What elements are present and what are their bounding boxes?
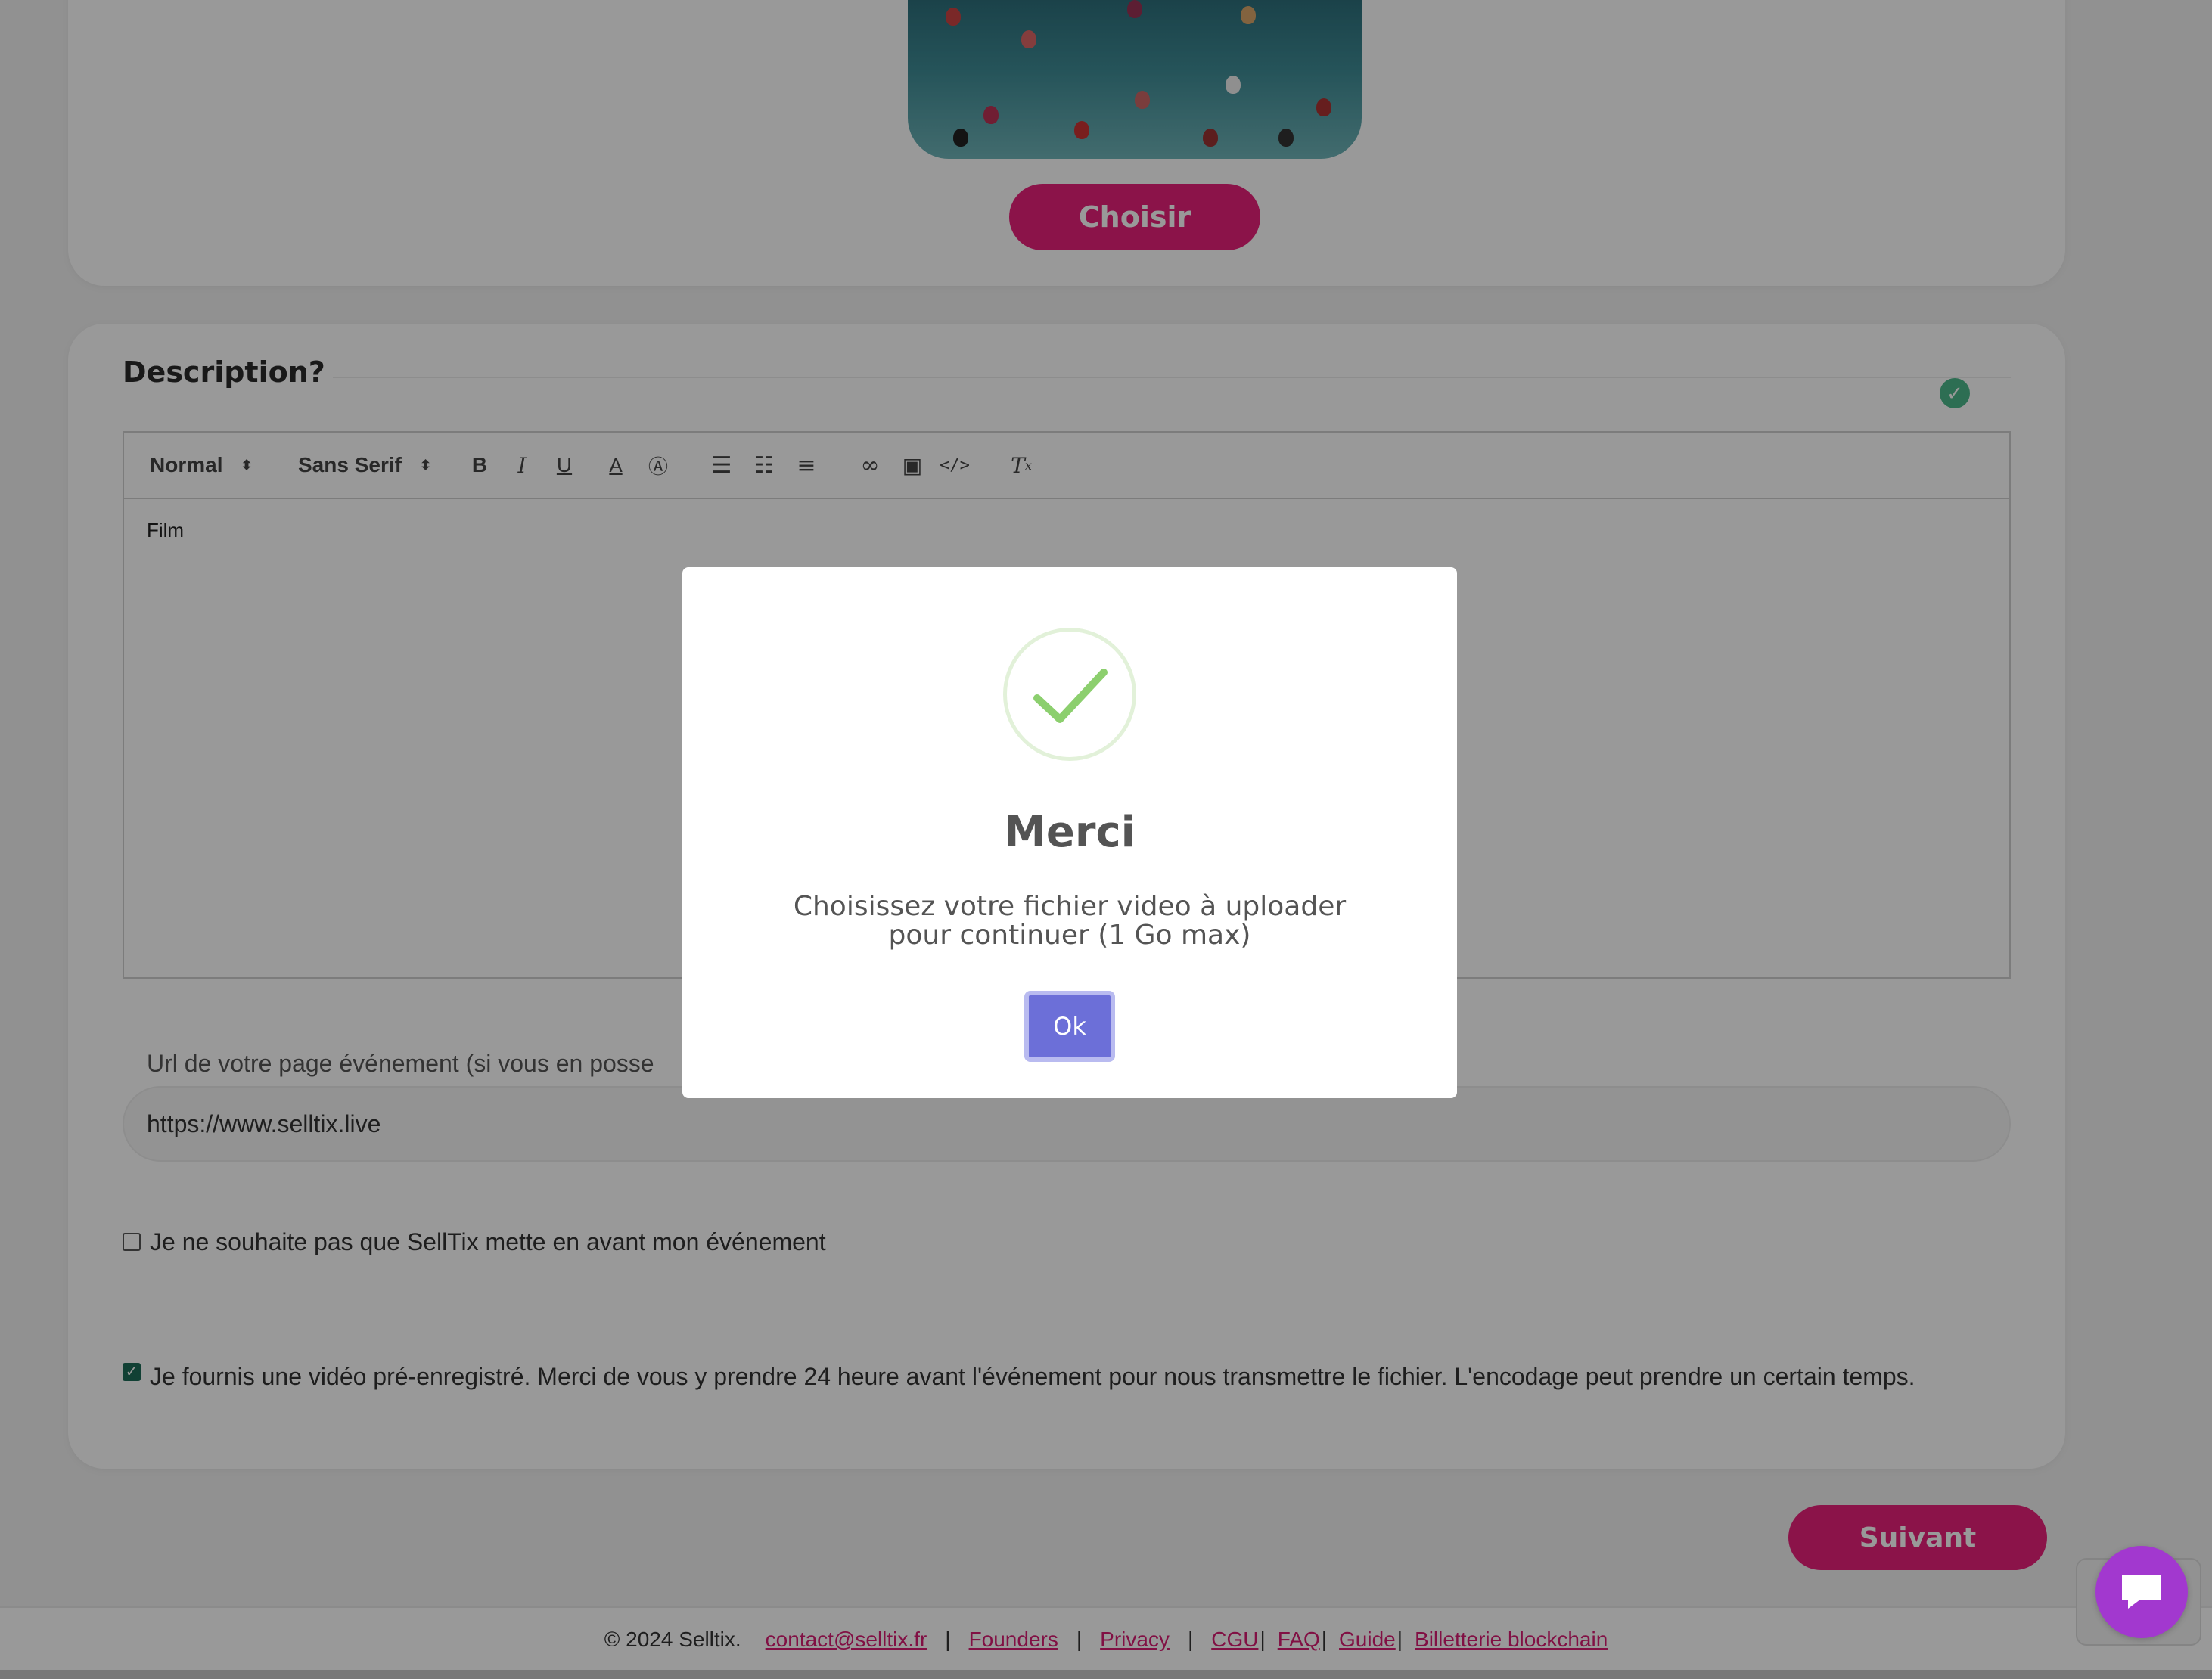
chat-button[interactable] [2095,1546,2188,1638]
success-dialog: Merci Choisissez votre fichier video à u… [682,567,1457,1098]
dialog-message: Choisissez votre fichier video à uploade… [793,891,1347,951]
ok-button[interactable]: Ok [1024,991,1115,1062]
chat-icon [2122,1575,2161,1609]
dialog-title: Merci [1004,808,1136,857]
success-check-icon [1003,628,1136,761]
